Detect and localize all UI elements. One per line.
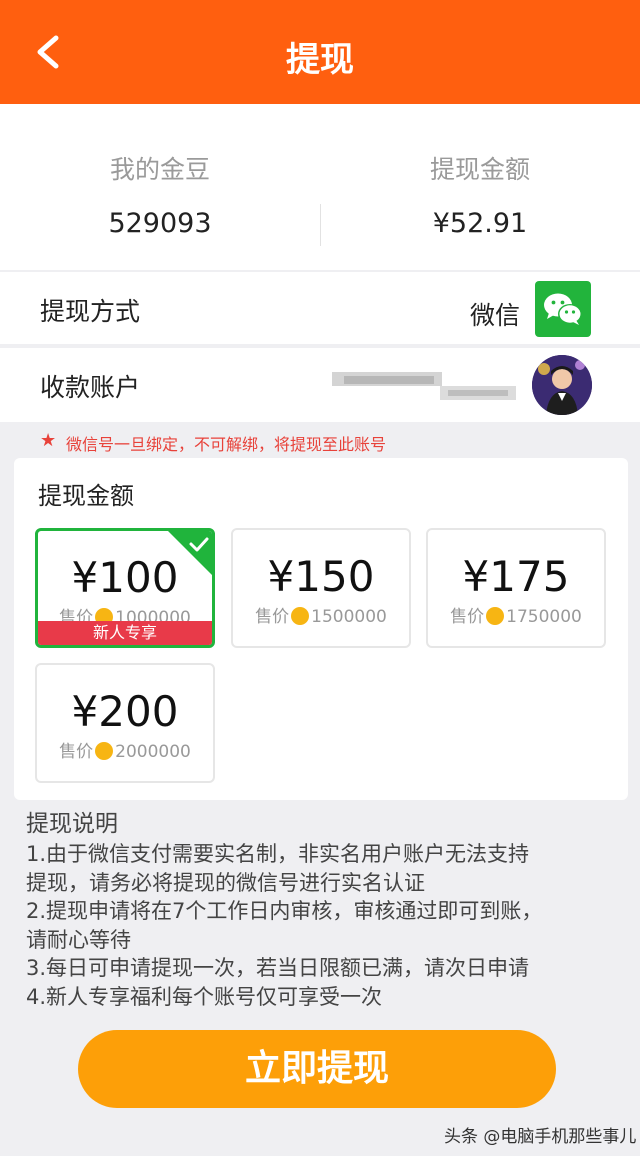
price-beans: 1500000 <box>311 607 387 627</box>
balance-summary: 我的金豆 529093 提现金额 ¥52.91 <box>0 104 640 270</box>
account-label: 收款账户 <box>40 373 141 402</box>
newcomer-tag: 新人专享 <box>38 621 212 645</box>
gold-bean-icon <box>95 742 114 760</box>
option-amount: ¥150 <box>267 552 375 601</box>
check-icon <box>168 531 212 575</box>
amount-card-title: 提现金额 <box>38 482 134 510</box>
option-price: 售价 2000000 <box>37 737 213 762</box>
option-amount: ¥175 <box>462 552 570 601</box>
gold-bean-icon <box>486 607 505 625</box>
option-price: 售价 1500000 <box>233 602 409 627</box>
amount-value: ¥52.91 <box>432 208 528 239</box>
star-icon: ★ <box>40 430 57 451</box>
beans-label: 我的金豆 <box>109 155 210 184</box>
instruction-line: 4.新人专享福利每个账号仅可享受一次 <box>26 984 383 1009</box>
avatar <box>532 355 592 415</box>
price-label: 售价 <box>59 742 94 762</box>
amount-label: 提现金额 <box>429 155 530 184</box>
price-label: 售价 <box>255 607 290 627</box>
instruction-line: 3.每日可申请提现一次，若当日限额已满，请次日申请 <box>26 956 530 980</box>
amount-option-175[interactable]: ¥175 售价 1750000 <box>426 528 606 648</box>
top-bar: 提现 <box>0 0 640 104</box>
method-label: 提现方式 <box>40 297 141 326</box>
method-value: 微信 <box>469 301 520 330</box>
beans-value: 529093 <box>108 208 212 239</box>
price-beans: 2000000 <box>115 742 191 762</box>
option-amount: ¥200 <box>71 687 179 736</box>
instruction-line: 请耐心等待 <box>26 927 131 952</box>
amount-column: 提现金额 ¥52.91 <box>320 104 640 270</box>
amount-option-150[interactable]: ¥150 售价 1500000 <box>231 528 411 648</box>
gold-bean-icon <box>291 607 310 625</box>
notice-text: 微信号一旦绑定，不可解绑，将提现至此账号 <box>66 435 387 454</box>
withdraw-instructions: 提现说明 1.由于微信支付需要实名制，非实名用户账户无法支持 提现，请务必将提现… <box>26 808 626 1011</box>
instructions-title: 提现说明 <box>26 811 118 837</box>
page-title: 提现 <box>286 40 354 80</box>
option-price: 售价 1750000 <box>428 602 604 627</box>
instruction-line: 提现，请务必将提现的微信号进行实名认证 <box>26 870 425 895</box>
wechat-icon <box>535 281 591 337</box>
instruction-line: 2.提现申请将在7个工作日内审核，审核通过即可到账， <box>26 899 543 923</box>
price-label: 售价 <box>450 607 485 627</box>
amount-option-100[interactable]: ¥100 售价 1000000 新人专享 <box>35 528 215 648</box>
amount-option-200[interactable]: ¥200 售价 2000000 <box>35 663 215 783</box>
instruction-line: 1.由于微信支付需要实名制，非实名用户账户无法支持 <box>26 842 530 866</box>
beans-column: 我的金豆 529093 <box>0 104 320 270</box>
price-beans: 1750000 <box>506 607 582 627</box>
account-name-blurred <box>330 370 520 406</box>
watermark: 头条 @电脑手机那些事儿 <box>444 1127 637 1147</box>
withdraw-now-button[interactable]: 立即提现 <box>78 1030 556 1108</box>
